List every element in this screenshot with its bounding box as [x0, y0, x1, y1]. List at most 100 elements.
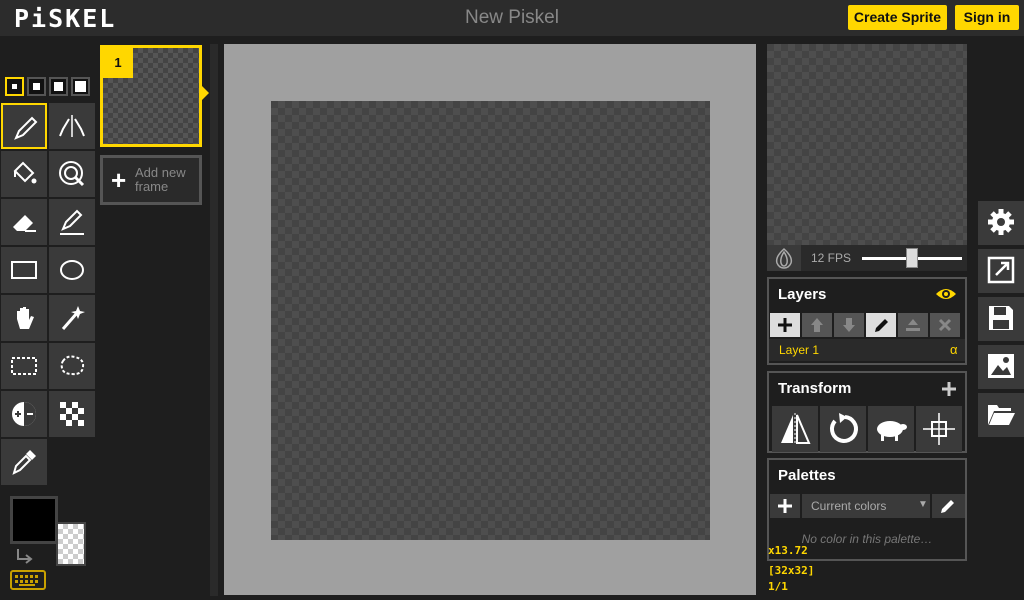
color-picker-tool[interactable]	[1, 439, 47, 485]
lasso-select-tool[interactable]	[49, 343, 95, 389]
save-button[interactable]	[978, 297, 1024, 341]
pen-size-1[interactable]	[5, 77, 24, 96]
mirror-pen-icon	[59, 115, 85, 137]
palettes-title: Palettes	[778, 467, 836, 484]
sprite-size: [32x32]	[768, 564, 815, 577]
drawing-canvas[interactable]	[271, 101, 710, 540]
eyedropper-icon	[12, 450, 36, 475]
plus-icon[interactable]	[941, 381, 957, 397]
transform-title: Transform	[778, 380, 852, 397]
rectangle-select-tool[interactable]	[1, 343, 47, 389]
pencil-icon	[875, 319, 888, 332]
add-frame-label: Add new frame	[135, 165, 186, 194]
resize-icon	[987, 256, 1015, 284]
rectangle-icon	[11, 261, 37, 279]
target-bucket-icon	[59, 161, 85, 187]
paint-bucket-icon	[13, 161, 37, 184]
eye-icon[interactable]	[935, 286, 957, 302]
add-frame-button[interactable]: + Add new frame	[100, 155, 202, 205]
pen-size-2[interactable]	[27, 77, 46, 96]
arrow-down-icon	[843, 318, 855, 332]
edit-palette-button[interactable]	[932, 494, 965, 518]
clone-button[interactable]	[868, 406, 914, 452]
plus-icon: +	[111, 165, 127, 195]
layers-panel: Layers Layer 1 α	[767, 277, 967, 365]
hand-icon	[17, 307, 34, 329]
gear-icon	[988, 209, 1014, 235]
vertical-mirror-pen-tool[interactable]	[49, 103, 95, 149]
magic-wand-icon	[61, 306, 85, 330]
layer-opacity-button[interactable]: α	[950, 342, 958, 357]
primary-color-swatch[interactable]	[10, 496, 58, 544]
plus-icon	[778, 318, 792, 332]
edit-layer-button[interactable]	[866, 313, 896, 337]
add-layer-button[interactable]	[770, 313, 800, 337]
move-tool[interactable]	[1, 295, 47, 341]
layer-name: Layer 1	[779, 343, 820, 357]
lighten-tool[interactable]	[1, 391, 47, 437]
merge-icon	[906, 319, 920, 331]
layers-title: Layers	[778, 286, 827, 303]
pen-size-3[interactable]	[49, 77, 68, 96]
image-icon	[988, 354, 1014, 378]
settings-button[interactable]	[978, 201, 1024, 245]
circle-tool[interactable]	[49, 247, 95, 293]
rotate-button[interactable]	[820, 406, 866, 452]
zoom-level: x13.72	[768, 544, 808, 557]
add-palette-button[interactable]	[770, 494, 800, 518]
pencil-icon	[14, 116, 38, 140]
ellipse-icon	[60, 260, 84, 280]
plus-icon	[778, 499, 792, 513]
onion-skin-button[interactable]	[767, 245, 801, 271]
import-button[interactable]	[978, 393, 1024, 437]
flip-button[interactable]	[772, 406, 818, 452]
keyboard-shortcuts-icon[interactable]	[10, 570, 46, 590]
close-icon	[938, 318, 952, 332]
merge-layer-button[interactable]	[898, 313, 928, 337]
delete-layer-button[interactable]	[930, 313, 960, 337]
fps-slider-thumb[interactable]	[906, 248, 918, 268]
chevron-down-icon: ▼	[918, 499, 928, 510]
flip-icon	[781, 413, 811, 445]
eraser-tool[interactable]	[1, 199, 47, 245]
floppy-disk-icon	[989, 306, 1013, 330]
app-header: PiSKEL New Piskel Create Sprite Sign in	[0, 0, 1024, 36]
palette-select[interactable]: Current colors ▼	[802, 494, 930, 518]
sign-in-button[interactable]: Sign in	[955, 5, 1019, 30]
paint-bucket-tool[interactable]	[1, 151, 47, 197]
rectangle-tool[interactable]	[1, 247, 47, 293]
secondary-color-swatch[interactable]	[56, 522, 86, 566]
app-logo[interactable]: PiSKEL	[14, 4, 116, 33]
center-button[interactable]	[916, 406, 962, 452]
folder-open-icon	[988, 405, 1015, 425]
stroke-tool[interactable]	[49, 199, 95, 245]
rect-select-icon	[11, 357, 37, 375]
selected-frame-indicator	[202, 86, 209, 100]
line-pen-icon	[60, 209, 84, 235]
paint-all-same-color-tool[interactable]	[49, 151, 95, 197]
frame-counter: 1/1	[768, 580, 788, 593]
pen-size-4[interactable]	[71, 77, 90, 96]
swap-colors-icon[interactable]	[14, 547, 36, 565]
magic-wand-tool[interactable]	[49, 295, 95, 341]
layer-row[interactable]: Layer 1 α	[769, 339, 965, 361]
frames-scrollbar[interactable]	[210, 44, 218, 596]
pen-tool[interactable]	[1, 103, 47, 149]
preview-controls: 12 FPS	[767, 245, 967, 271]
dithering-tool[interactable]	[49, 391, 95, 437]
lasso-icon	[60, 355, 85, 376]
eraser-icon	[13, 215, 36, 232]
export-button[interactable]	[978, 345, 1024, 389]
frame-thumbnail-1[interactable]: 1	[100, 45, 202, 147]
palette-select-value: Current colors	[811, 499, 887, 513]
resize-button[interactable]	[978, 249, 1024, 293]
animation-preview	[767, 44, 967, 245]
move-layer-down-button[interactable]	[834, 313, 864, 337]
move-layer-up-button[interactable]	[802, 313, 832, 337]
rotate-icon	[829, 413, 858, 443]
lighten-darken-icon	[12, 402, 36, 426]
onion-icon	[775, 247, 793, 269]
create-sprite-button[interactable]: Create Sprite	[848, 5, 947, 30]
sheep-icon	[877, 421, 907, 441]
checker-icon	[60, 402, 84, 426]
